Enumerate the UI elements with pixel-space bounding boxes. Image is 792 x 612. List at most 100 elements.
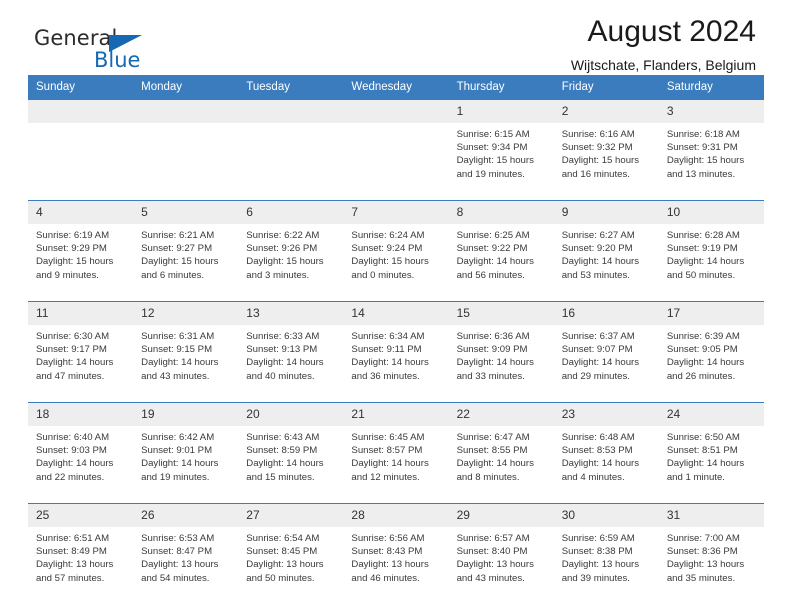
sunrise-text: Sunrise: 6:43 AM [246, 432, 320, 443]
calendar-day-cell[interactable]: 23 Sunrise: 6:48 AM Sunset: 8:53 PM Dayligh… [553, 402, 659, 504]
calendar-day-cell[interactable]: 11 Sunrise: 6:30 AM Sunset: 9:17 PM Dayligh… [28, 301, 134, 403]
sunset-text: Sunset: 8:40 PM [456, 546, 528, 558]
day-details: Sunrise: 6:15 AM Sunset: 9:34 PM Daylight:… [449, 123, 554, 200]
sunset-text: Sunset: 9:32 PM [561, 142, 633, 154]
calendar-day-cell[interactable]: 18 Sunrise: 6:40 AM Sunset: 9:03 PM Dayligh… [28, 402, 134, 504]
calendar-day-cell[interactable]: 9 Sunrise: 6:27 AM Sunset: 9:20 PM Daylight… [553, 200, 659, 302]
sunrise-text: Sunrise: 6:56 AM [351, 533, 425, 544]
calendar-day-cell-empty [238, 100, 344, 201]
sunset-text: Sunset: 8:45 PM [246, 546, 318, 558]
sunset-text: Sunset: 9:29 PM [36, 243, 107, 255]
daylight-text-line2: and 12 minutes. [351, 471, 420, 483]
calendar-day-cell[interactable]: 12 Sunrise: 6:31 AM Sunset: 9:15 PM Dayligh… [133, 301, 239, 403]
sunrise-text: Sunrise: 6:48 AM [561, 432, 635, 443]
day-number: 31 [658, 504, 764, 527]
sunrise-text: Sunrise: 7:00 AM [666, 533, 740, 544]
sunrise-text: Sunrise: 6:42 AM [141, 432, 215, 443]
sunset-text: Sunset: 9:34 PM [456, 142, 528, 154]
day-number: 20 [238, 403, 344, 426]
calendar-day-cell[interactable]: 10 Sunrise: 6:28 AM Sunset: 9:19 PM Dayligh… [658, 200, 764, 302]
calendar-day-cell[interactable]: 4 Sunrise: 6:19 AM Sunset: 9:29 PM Daylight… [28, 200, 134, 302]
day-details: Sunrise: 6:40 AM Sunset: 9:03 PM Daylight:… [28, 426, 133, 503]
day-number: 25 [28, 504, 134, 527]
daylight-text-line2: and 19 minutes. [456, 168, 525, 180]
calendar-day-cell[interactable]: 24 Sunrise: 6:50 AM Sunset: 8:51 PM Dayligh… [658, 402, 764, 504]
calendar-day-cell[interactable]: 13 Sunrise: 6:33 AM Sunset: 9:13 PM Dayligh… [238, 301, 344, 403]
calendar-day-cell[interactable]: 26 Sunrise: 6:53 AM Sunset: 8:47 PM Dayligh… [133, 503, 239, 604]
calendar-day-cell[interactable]: 29 Sunrise: 6:57 AM Sunset: 8:40 PM Dayligh… [448, 503, 554, 604]
sunrise-text: Sunrise: 6:25 AM [456, 230, 530, 241]
daylight-text-line1: Daylight: 13 hours [36, 559, 114, 571]
calendar-day-cell[interactable]: 30 Sunrise: 6:59 AM Sunset: 8:38 PM Dayligh… [553, 503, 659, 604]
daylight-text-line2: and 26 minutes. [666, 370, 736, 382]
sunrise-text: Sunrise: 6:47 AM [456, 432, 530, 443]
sunrise-text: Sunrise: 6:51 AM [36, 533, 110, 544]
calendar-day-cell[interactable]: 21 Sunrise: 6:45 AM Sunset: 8:57 PM Dayligh… [343, 402, 449, 504]
day-number: 2 [553, 100, 659, 123]
daylight-text-line1: Daylight: 14 hours [561, 357, 640, 369]
sunset-text: Sunset: 8:49 PM [36, 546, 107, 558]
calendar-day-cell[interactable]: 16 Sunrise: 6:37 AM Sunset: 9:07 PM Dayligh… [553, 301, 659, 403]
daylight-text-line1: Daylight: 13 hours [666, 559, 745, 571]
sunset-text: Sunset: 8:51 PM [666, 445, 738, 457]
day-details: Sunrise: 6:48 AM Sunset: 8:53 PM Daylight:… [554, 426, 659, 503]
calendar-week-row: 11 Sunrise: 6:30 AM Sunset: 9:17 PM Dayligh… [28, 301, 764, 403]
sunrise-text: Sunrise: 6:57 AM [456, 533, 530, 544]
calendar-day-cell[interactable]: 15 Sunrise: 6:36 AM Sunset: 9:09 PM Dayligh… [448, 301, 554, 403]
daylight-text-line2: and 57 minutes. [36, 572, 105, 584]
daylight-text-line2: and 54 minutes. [141, 572, 210, 584]
day-details: Sunrise: 6:47 AM Sunset: 8:55 PM Daylight:… [449, 426, 554, 503]
daylight-text-line1: Daylight: 14 hours [351, 458, 429, 470]
calendar-day-cell[interactable]: 6 Sunrise: 6:22 AM Sunset: 9:26 PM Daylight… [238, 200, 344, 302]
calendar-day-cell[interactable]: 22 Sunrise: 6:47 AM Sunset: 8:55 PM Dayligh… [448, 402, 554, 504]
calendar-day-cell[interactable]: 7 Sunrise: 6:24 AM Sunset: 9:24 PM Daylight… [343, 200, 449, 302]
daylight-text-line2: and 46 minutes. [351, 572, 420, 584]
day-details: Sunrise: 6:18 AM Sunset: 9:31 PM Daylight:… [659, 123, 764, 200]
day-details: Sunrise: 6:39 AM Sunset: 9:05 PM Daylight:… [659, 325, 764, 402]
sunrise-text: Sunrise: 6:50 AM [666, 432, 740, 443]
daylight-text-line1: Daylight: 14 hours [351, 357, 429, 369]
day-number: 5 [133, 201, 239, 224]
day-details [238, 123, 343, 200]
calendar-day-cell[interactable]: 27 Sunrise: 6:54 AM Sunset: 8:45 PM Dayligh… [238, 503, 344, 604]
sunset-text: Sunset: 9:22 PM [456, 243, 528, 255]
day-number: 23 [553, 403, 659, 426]
page-subtitle: Wijtschate, Flanders, Belgium [570, 57, 756, 73]
calendar-day-cell[interactable]: 14 Sunrise: 6:34 AM Sunset: 9:11 PM Dayligh… [343, 301, 449, 403]
calendar-day-cell[interactable]: 19 Sunrise: 6:42 AM Sunset: 9:01 PM Dayligh… [133, 402, 239, 504]
daylight-text-line1: Daylight: 13 hours [456, 559, 534, 571]
calendar-header-row: Sunday Monday Tuesday Wednesday Thursday Frid… [28, 75, 764, 100]
calendar-day-cell[interactable]: 1 Sunrise: 6:15 AM Sunset: 9:34 PM Daylight… [448, 100, 554, 201]
daylight-text-line2: and 36 minutes. [351, 370, 420, 382]
sunrise-text: Sunrise: 6:24 AM [351, 230, 425, 241]
sunset-text: Sunset: 9:27 PM [141, 243, 213, 255]
daylight-text-line1: Daylight: 14 hours [36, 458, 114, 470]
day-details: Sunrise: 6:42 AM Sunset: 9:01 PM Daylight:… [133, 426, 238, 503]
day-details: Sunrise: 6:51 AM Sunset: 8:49 PM Daylight:… [28, 527, 133, 604]
sunrise-text: Sunrise: 6:19 AM [36, 230, 110, 241]
sunrise-text: Sunrise: 6:31 AM [141, 331, 215, 342]
daylight-text-line2: and 35 minutes. [666, 572, 736, 584]
daylight-text-line1: Daylight: 14 hours [456, 357, 534, 369]
daylight-text-line2: and 39 minutes. [561, 572, 630, 584]
calendar-day-cell[interactable]: 17 Sunrise: 6:39 AM Sunset: 9:05 PM Dayligh… [658, 301, 764, 403]
calendar-day-cell[interactable]: 31 Sunrise: 7:00 AM Sunset: 8:36 PM Dayligh… [658, 503, 764, 604]
daylight-text-line2: and 0 minutes. [351, 269, 415, 281]
general-blue-logo[interactable]: General Blue [34, 26, 214, 72]
calendar-day-cell[interactable]: 5 Sunrise: 6:21 AM Sunset: 9:27 PM Daylight… [133, 200, 239, 302]
daylight-text-line2: and 15 minutes. [246, 471, 315, 483]
day-number: 13 [238, 302, 344, 325]
day-number [133, 100, 239, 123]
calendar-day-cell[interactable]: 2 Sunrise: 6:16 AM Sunset: 9:32 PM Daylight… [553, 100, 659, 201]
calendar-week-row: 18 Sunrise: 6:40 AM Sunset: 9:03 PM Dayligh… [28, 402, 764, 504]
calendar-day-cell[interactable]: 28 Sunrise: 6:56 AM Sunset: 8:43 PM Dayligh… [343, 503, 449, 604]
day-number: 4 [28, 201, 134, 224]
calendar-day-cell[interactable]: 3 Sunrise: 6:18 AM Sunset: 9:31 PM Daylight… [658, 100, 764, 201]
calendar-day-cell[interactable]: 8 Sunrise: 6:25 AM Sunset: 9:22 PM Daylight… [448, 200, 554, 302]
daylight-text-line2: and 33 minutes. [456, 370, 525, 382]
day-number: 15 [448, 302, 554, 325]
calendar-day-cell[interactable]: 25 Sunrise: 6:51 AM Sunset: 8:49 PM Dayligh… [28, 503, 134, 604]
calendar-day-cell[interactable]: 20 Sunrise: 6:43 AM Sunset: 8:59 PM Dayligh… [238, 402, 344, 504]
day-number: 19 [133, 403, 239, 426]
day-number: 14 [343, 302, 449, 325]
